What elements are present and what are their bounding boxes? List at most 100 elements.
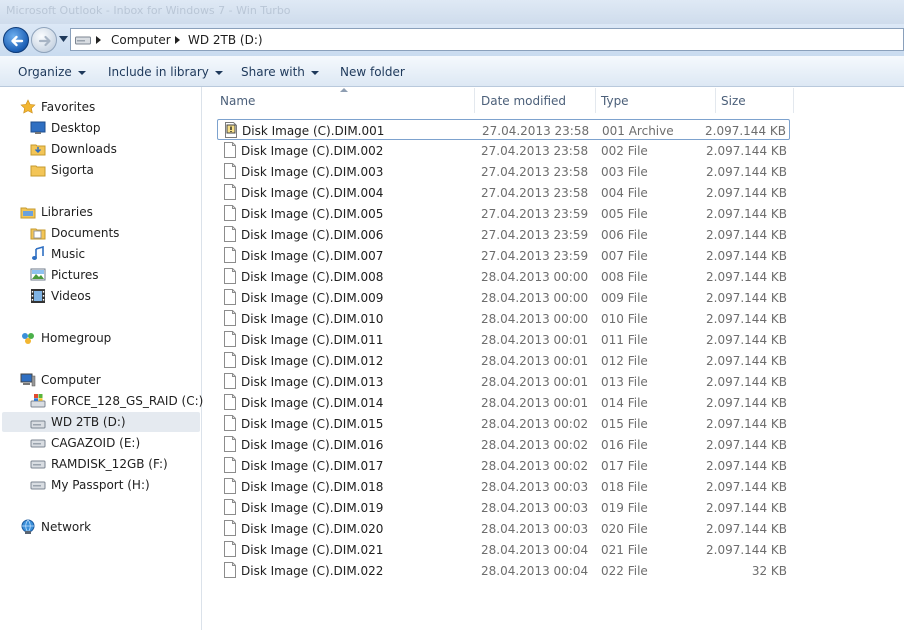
nav-drive-h[interactable]: My Passport (H:) xyxy=(30,475,180,495)
file-name: Disk Image (C).DIM.010 xyxy=(241,312,384,326)
pictures-icon xyxy=(30,268,46,281)
breadcrumb-separator-icon[interactable] xyxy=(175,36,180,44)
nav-drive-d[interactable]: WD 2TB (D:) xyxy=(2,412,200,432)
title-bar[interactable]: Microsoft Outlook - Inbox for Windows 7 … xyxy=(0,0,904,24)
file-date-modified: 28.04.2013 00:00 xyxy=(481,312,589,326)
nav-music[interactable]: Music xyxy=(30,244,180,264)
file-name: Disk Image (C).DIM.013 xyxy=(241,375,384,389)
nav-downloads[interactable]: Downloads xyxy=(30,139,180,159)
file-row[interactable]: Disk Image (C).DIM.002 27.04.2013 23:58 00… xyxy=(217,140,790,161)
column-date-label: Date modified xyxy=(481,94,567,108)
file-size: 2.097.144 KB xyxy=(706,375,787,389)
file-name: Disk Image (C).DIM.009 xyxy=(241,291,384,305)
file-row[interactable]: Disk Image (C).DIM.022 28.04.2013 00:04 02… xyxy=(217,560,790,581)
breadcrumb-current-drive[interactable]: WD 2TB (D:) xyxy=(188,33,263,47)
file-row[interactable]: Disk Image (C).DIM.006 27.04.2013 23:59 00… xyxy=(217,224,790,245)
file-row[interactable]: Disk Image (C).DIM.018 28.04.2013 00:03 01… xyxy=(217,476,790,497)
breadcrumb-computer[interactable]: Computer xyxy=(111,33,171,47)
file-type: 009 File xyxy=(601,291,648,305)
drive-icon xyxy=(30,481,46,490)
nav-libraries[interactable]: Libraries xyxy=(20,202,170,222)
column-header-type[interactable]: Type xyxy=(595,87,715,114)
file-icon xyxy=(224,436,236,452)
nav-pictures[interactable]: Pictures xyxy=(30,265,180,285)
nav-drive-c[interactable]: FORCE_128_GS_RAID (C:) xyxy=(30,391,203,411)
column-divider[interactable] xyxy=(793,88,794,113)
nav-videos[interactable]: Videos xyxy=(30,286,180,306)
share-with-button[interactable]: Share with xyxy=(241,65,319,79)
column-header-size[interactable]: Size xyxy=(715,87,793,114)
new-folder-button[interactable]: New folder xyxy=(340,65,405,79)
address-bar[interactable]: Computer WD 2TB (D:) xyxy=(70,28,904,51)
file-row[interactable]: Disk Image (C).DIM.013 28.04.2013 00:01 01… xyxy=(217,371,790,392)
arrow-left-icon xyxy=(11,35,24,47)
downloads-folder-icon xyxy=(30,144,46,156)
libraries-icon xyxy=(20,207,36,219)
nav-desktop[interactable]: Desktop xyxy=(30,118,180,138)
file-row[interactable]: Disk Image (C).DIM.007 27.04.2013 23:59 00… xyxy=(217,245,790,266)
nav-drive-f-label: RAMDISK_12GB (F:) xyxy=(51,457,168,471)
file-row[interactable]: Disk Image (C).DIM.004 27.04.2013 23:58 00… xyxy=(217,182,790,203)
file-size: 2.097.144 KB xyxy=(706,354,787,368)
file-row[interactable]: Disk Image (C).DIM.005 27.04.2013 23:59 00… xyxy=(217,203,790,224)
file-type: 016 File xyxy=(601,438,648,452)
file-row[interactable]: Disk Image (C).DIM.016 28.04.2013 00:02 01… xyxy=(217,434,790,455)
file-type: 011 File xyxy=(601,333,648,347)
file-size: 2.097.144 KB xyxy=(706,165,787,179)
file-row[interactable]: Disk Image (C).DIM.017 28.04.2013 00:02 01… xyxy=(217,455,790,476)
back-button[interactable] xyxy=(3,27,29,53)
file-size: 2.097.144 KB xyxy=(706,186,787,200)
file-row[interactable]: Disk Image (C).DIM.014 28.04.2013 00:01 01… xyxy=(217,392,790,413)
file-name: Disk Image (C).DIM.012 xyxy=(241,354,384,368)
nav-sigorta[interactable]: Sigorta xyxy=(30,160,180,180)
file-row[interactable]: Disk Image (C).DIM.010 28.04.2013 00:00 01… xyxy=(217,308,790,329)
file-row[interactable]: Disk Image (C).DIM.015 28.04.2013 00:02 01… xyxy=(217,413,790,434)
nav-documents-label: Documents xyxy=(51,226,120,240)
file-type: 019 File xyxy=(601,501,648,515)
folder-icon xyxy=(30,165,46,177)
column-header-name[interactable]: Name xyxy=(214,87,474,114)
file-size: 2.097.144 KB xyxy=(706,249,787,263)
nav-documents[interactable]: Documents xyxy=(30,223,180,243)
column-header-date-modified[interactable]: Date modified xyxy=(475,87,595,114)
nav-favorites[interactable]: Favorites xyxy=(20,97,170,117)
nav-drive-h-label: My Passport (H:) xyxy=(51,478,150,492)
file-size: 2.097.144 KB xyxy=(706,144,787,158)
file-size: 32 KB xyxy=(751,564,787,578)
network-icon xyxy=(21,519,35,534)
command-bar: Organize Include in library Share with N… xyxy=(0,56,904,87)
nav-network[interactable]: Network xyxy=(20,517,170,537)
file-row[interactable]: Disk Image (C).DIM.020 28.04.2013 00:03 02… xyxy=(217,518,790,539)
file-name: Disk Image (C).DIM.003 xyxy=(241,165,384,179)
file-name: Disk Image (C).DIM.004 xyxy=(241,186,384,200)
navigation-pane[interactable]: Favorites Desktop Downloads Sigorta Libr… xyxy=(0,87,203,630)
file-row[interactable]: Disk Image (C).DIM.011 28.04.2013 00:01 01… xyxy=(217,329,790,350)
file-name: Disk Image (C).DIM.018 xyxy=(241,480,384,494)
file-row[interactable]: Disk Image (C).DIM.009 28.04.2013 00:00 00… xyxy=(217,287,790,308)
file-size: 2.097.144 KB xyxy=(706,438,787,452)
nav-drive-f[interactable]: RAMDISK_12GB (F:) xyxy=(30,454,180,474)
file-row[interactable]: Disk Image (C).DIM.021 28.04.2013 00:04 02… xyxy=(217,539,790,560)
file-row[interactable]: Disk Image (C).DIM.012 28.04.2013 00:01 01… xyxy=(217,350,790,371)
include-in-library-button[interactable]: Include in library xyxy=(108,65,223,79)
file-name: Disk Image (C).DIM.022 xyxy=(241,564,384,578)
file-row[interactable]: Disk Image (C).DIM.001 27.04.2013 23:58 00… xyxy=(217,119,790,140)
arrow-right-icon xyxy=(38,35,51,47)
recent-pages-chevron-icon[interactable] xyxy=(59,36,68,42)
nav-drive-e[interactable]: CAGAZOID (E:) xyxy=(30,433,180,453)
file-size: 2.097.144 KB xyxy=(706,270,787,284)
nav-computer[interactable]: Computer xyxy=(20,370,170,390)
film-strip-icon xyxy=(31,289,45,303)
file-row[interactable]: Disk Image (C).DIM.003 27.04.2013 23:58 00… xyxy=(217,161,790,182)
file-row[interactable]: Disk Image (C).DIM.019 28.04.2013 00:03 01… xyxy=(217,497,790,518)
forward-button[interactable] xyxy=(31,27,57,53)
file-icon xyxy=(224,352,236,368)
nav-homegroup[interactable]: Homegroup xyxy=(20,328,170,348)
file-row[interactable]: Disk Image (C).DIM.008 28.04.2013 00:00 00… xyxy=(217,266,790,287)
organize-button[interactable]: Organize xyxy=(18,65,86,79)
file-icon xyxy=(224,268,236,284)
file-icon xyxy=(224,520,236,536)
nav-desktop-label: Desktop xyxy=(51,121,101,135)
breadcrumb-separator-icon[interactable] xyxy=(96,36,101,44)
file-name: Disk Image (C).DIM.002 xyxy=(241,144,384,158)
